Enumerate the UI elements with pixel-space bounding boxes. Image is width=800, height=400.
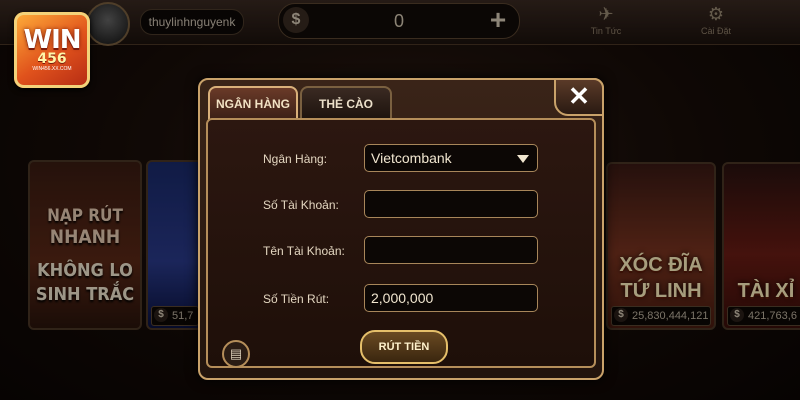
close-button[interactable]: ✕ — [554, 78, 604, 116]
chevron-down-icon — [517, 155, 529, 163]
app-logo: WIN 456 WIN456.XX.COM — [14, 12, 90, 88]
document-icon: ▤ — [229, 346, 243, 361]
bank-label: Ngân Hàng: — [263, 152, 328, 166]
account-name-input[interactable] — [364, 236, 538, 264]
amount-label: Số Tiền Rút: — [263, 292, 330, 306]
bank-select-value: Vietcombank — [371, 150, 452, 166]
tab-scratch-card[interactable]: THẺ CÀO — [300, 86, 392, 120]
tab-bank[interactable]: NGÂN HÀNG — [208, 86, 298, 120]
close-icon: ✕ — [568, 81, 590, 111]
logo-number: 456 — [37, 50, 67, 67]
account-number-input[interactable] — [364, 190, 538, 218]
account-number-label: Số Tài Khoản: — [263, 198, 339, 212]
logo-text: WIN — [23, 24, 81, 55]
bank-select[interactable]: Vietcombank — [364, 144, 538, 172]
amount-input[interactable]: 2,000,000 — [364, 284, 538, 312]
logo-url: WIN456.XX.COM — [32, 65, 72, 72]
history-button[interactable]: ▤ — [222, 340, 250, 368]
withdraw-button[interactable]: RÚT TIỀN — [360, 330, 448, 364]
account-name-label: Tên Tài Khoản: — [263, 244, 345, 258]
withdraw-dialog: NGÂN HÀNG THẺ CÀO ✕ Ngân Hàng: Vietcomba… — [198, 78, 604, 380]
form-panel: Ngân Hàng: Vietcombank Số Tài Khoản: Tên… — [206, 118, 596, 368]
